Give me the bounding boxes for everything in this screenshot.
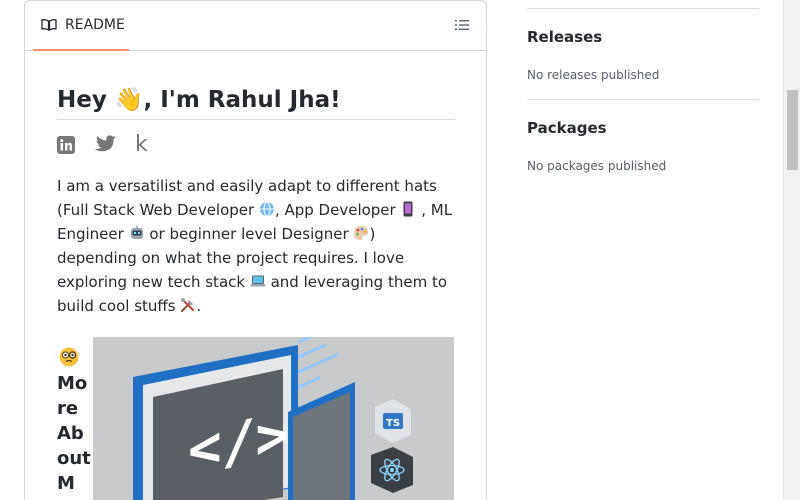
bio-paragraph: I am a versatilist and easily adapt to d…: [57, 174, 453, 318]
robot-emoji-icon: [129, 224, 145, 240]
more-about-heading: More About Me:: [57, 347, 93, 500]
globe-emoji-icon: [259, 200, 275, 217]
mobile-phone-emoji-icon: [400, 200, 416, 217]
kaggle-letter: k: [135, 132, 148, 157]
palette-emoji-icon: [353, 224, 369, 240]
face-with-monocle-emoji-icon: [59, 347, 79, 367]
readme-body: Hey 👋, I'm Rahul Jha! k I am a versatili…: [57, 51, 455, 500]
kaggle-icon[interactable]: k: [135, 132, 148, 157]
bio-text-2: , App Developer: [274, 201, 401, 219]
readme-card: README Hey 👋, I'm Rahul Jha! k I am a ve…: [24, 0, 487, 500]
scrollbar-thumb[interactable]: [787, 90, 798, 170]
releases-title[interactable]: Releases: [527, 28, 602, 46]
readme-tab-label: README: [65, 17, 125, 33]
social-links: k: [57, 132, 455, 158]
page-scrollbar[interactable]: [783, 0, 800, 500]
sidebar-divider: [527, 99, 759, 100]
bio-text-7: .: [196, 297, 202, 315]
more-about-title: More About Me:: [57, 373, 91, 500]
packages-empty-text: No packages published: [527, 159, 667, 173]
developer-illustration: </> TS: [93, 337, 454, 500]
linkedin-icon[interactable]: [57, 136, 75, 154]
typescript-badge: TS: [375, 399, 411, 443]
sidebar-divider: [527, 8, 759, 9]
readme-tab[interactable]: README: [33, 1, 129, 51]
releases-empty-text: No releases published: [527, 68, 660, 82]
readme-title: Hey 👋, I'm Rahul Jha!: [57, 84, 455, 120]
ts-badge-label: TS: [386, 418, 400, 429]
bio-text-4: or beginner level Designer: [144, 225, 354, 243]
readme-header: README: [25, 1, 486, 51]
book-icon: [41, 19, 57, 31]
react-badge: [371, 447, 413, 493]
packages-title[interactable]: Packages: [527, 119, 607, 137]
tools-emoji-icon: [180, 296, 196, 313]
twitter-icon[interactable]: [93, 135, 117, 155]
list-unordered-icon[interactable]: [454, 17, 470, 33]
laptop-emoji-icon: [250, 272, 266, 288]
